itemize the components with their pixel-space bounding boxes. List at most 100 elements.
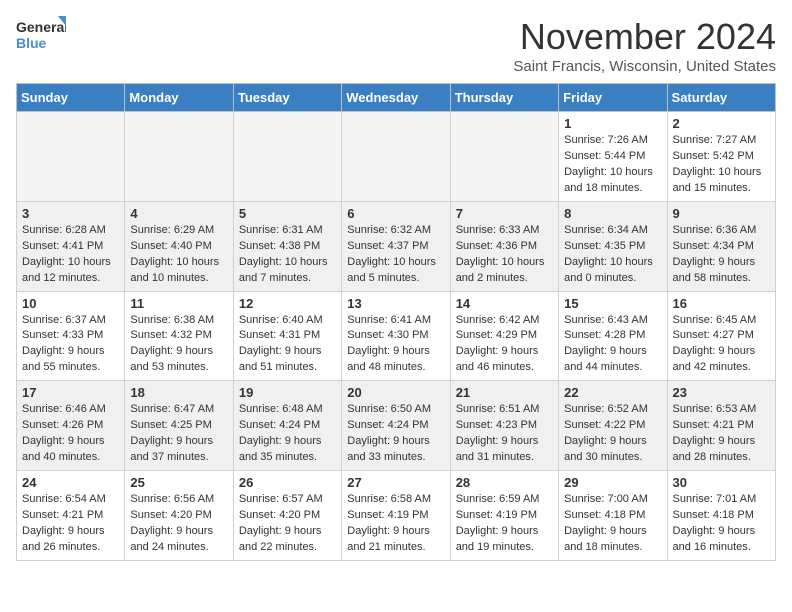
week-row-3: 10Sunrise: 6:37 AMSunset: 4:33 PMDayligh… xyxy=(17,291,776,381)
day-detail: Sunrise: 6:46 AMSunset: 4:26 PMDaylight:… xyxy=(22,402,119,466)
day-detail: Sunrise: 7:01 AMSunset: 4:18 PMDaylight:… xyxy=(673,492,770,556)
calendar-cell: 16 Sunrise: 6:45 AMSunset: 4:27 PMDayligh… xyxy=(667,291,775,381)
day-detail: Sunrise: 6:31 AMSunset: 4:38 PMDaylight:… xyxy=(239,223,336,287)
day-detail: Sunrise: 7:27 AMSunset: 5:42 PMDaylight:… xyxy=(673,133,770,197)
day-number: 20 xyxy=(347,385,444,400)
day-detail: Sunrise: 6:43 AMSunset: 4:28 PMDaylight:… xyxy=(564,313,661,377)
day-detail: Sunrise: 6:48 AMSunset: 4:24 PMDaylight:… xyxy=(239,402,336,466)
svg-text:General: General xyxy=(16,19,66,35)
calendar-cell: 5 Sunrise: 6:31 AMSunset: 4:38 PMDaylight… xyxy=(233,201,341,291)
day-detail: Sunrise: 6:54 AMSunset: 4:21 PMDaylight:… xyxy=(22,492,119,556)
calendar-cell xyxy=(17,112,125,202)
calendar-cell: 18Sunrise: 6:47 AMSunset: 4:25 PMDayligh… xyxy=(125,381,233,471)
weekday-header-tuesday: Tuesday xyxy=(233,84,341,112)
day-number: 29 xyxy=(564,475,661,490)
page-header: General Blue November 2024 Saint Francis… xyxy=(16,16,776,75)
month-title: November 2024 xyxy=(513,16,776,58)
day-number: 25 xyxy=(130,475,227,490)
day-detail: Sunrise: 6:59 AMSunset: 4:19 PMDaylight:… xyxy=(456,492,553,556)
calendar-cell xyxy=(450,112,558,202)
day-number: 16 xyxy=(673,296,770,311)
day-number: 15 xyxy=(564,296,661,311)
day-number: 4 xyxy=(130,206,227,221)
day-number: 7 xyxy=(456,206,553,221)
calendar-table: SundayMondayTuesdayWednesdayThursdayFrid… xyxy=(16,83,776,561)
day-detail: Sunrise: 7:26 AMSunset: 5:44 PMDaylight:… xyxy=(564,133,661,197)
calendar-cell xyxy=(125,112,233,202)
weekday-header-row: SundayMondayTuesdayWednesdayThursdayFrid… xyxy=(17,84,776,112)
day-detail: Sunrise: 6:41 AMSunset: 4:30 PMDaylight:… xyxy=(347,313,444,377)
weekday-header-saturday: Saturday xyxy=(667,84,775,112)
week-row-5: 24 Sunrise: 6:54 AMSunset: 4:21 PMDayligh… xyxy=(17,471,776,561)
day-number: 23 xyxy=(673,385,770,400)
calendar-cell: 3 Sunrise: 6:28 AMSunset: 4:41 PMDaylight… xyxy=(17,201,125,291)
day-detail: Sunrise: 6:52 AMSunset: 4:22 PMDaylight:… xyxy=(564,402,661,466)
day-detail: Sunrise: 6:56 AMSunset: 4:20 PMDaylight:… xyxy=(130,492,227,556)
calendar-cell: 11 Sunrise: 6:38 AMSunset: 4:32 PMDayligh… xyxy=(125,291,233,381)
day-detail: Sunrise: 6:36 AMSunset: 4:34 PMDaylight:… xyxy=(673,223,770,287)
day-detail: Sunrise: 6:40 AMSunset: 4:31 PMDaylight:… xyxy=(239,313,336,377)
calendar-cell: 20 Sunrise: 6:50 AMSunset: 4:24 PMDayligh… xyxy=(342,381,450,471)
calendar-cell: 6 Sunrise: 6:32 AMSunset: 4:37 PMDaylight… xyxy=(342,201,450,291)
day-number: 28 xyxy=(456,475,553,490)
weekday-header-wednesday: Wednesday xyxy=(342,84,450,112)
calendar-cell: 30 Sunrise: 7:01 AMSunset: 4:18 PMDayligh… xyxy=(667,471,775,561)
week-row-4: 17 Sunrise: 6:46 AMSunset: 4:26 PMDayligh… xyxy=(17,381,776,471)
day-number: 27 xyxy=(347,475,444,490)
day-number: 1 xyxy=(564,116,661,131)
day-number: 6 xyxy=(347,206,444,221)
day-detail: Sunrise: 6:45 AMSunset: 4:27 PMDaylight:… xyxy=(673,313,770,377)
day-detail: Sunrise: 6:57 AMSunset: 4:20 PMDaylight:… xyxy=(239,492,336,556)
day-number: 22 xyxy=(564,385,661,400)
day-number: 9 xyxy=(673,206,770,221)
day-detail: Sunrise: 6:32 AMSunset: 4:37 PMDaylight:… xyxy=(347,223,444,287)
calendar-cell: 23 Sunrise: 6:53 AMSunset: 4:21 PMDayligh… xyxy=(667,381,775,471)
day-number: 30 xyxy=(673,475,770,490)
day-detail: Sunrise: 6:53 AMSunset: 4:21 PMDaylight:… xyxy=(673,402,770,466)
calendar-cell: 7Sunrise: 6:33 AMSunset: 4:36 PMDaylight… xyxy=(450,201,558,291)
calendar-cell: 8Sunrise: 6:34 AMSunset: 4:35 PMDaylight… xyxy=(559,201,667,291)
calendar-cell: 13Sunrise: 6:41 AMSunset: 4:30 PMDayligh… xyxy=(342,291,450,381)
calendar-cell xyxy=(342,112,450,202)
calendar-cell: 28 Sunrise: 6:59 AMSunset: 4:19 PMDayligh… xyxy=(450,471,558,561)
calendar-cell: 24 Sunrise: 6:54 AMSunset: 4:21 PMDayligh… xyxy=(17,471,125,561)
day-number: 12 xyxy=(239,296,336,311)
calendar-cell: 15 Sunrise: 6:43 AMSunset: 4:28 PMDayligh… xyxy=(559,291,667,381)
day-number: 17 xyxy=(22,385,119,400)
day-detail: Sunrise: 6:38 AMSunset: 4:32 PMDaylight:… xyxy=(130,313,227,377)
day-number: 26 xyxy=(239,475,336,490)
calendar-cell: 17 Sunrise: 6:46 AMSunset: 4:26 PMDayligh… xyxy=(17,381,125,471)
day-number: 19 xyxy=(239,385,336,400)
calendar-cell: 27Sunrise: 6:58 AMSunset: 4:19 PMDayligh… xyxy=(342,471,450,561)
logo-icon: General Blue xyxy=(16,16,66,56)
day-number: 5 xyxy=(239,206,336,221)
calendar-cell: 2 Sunrise: 7:27 AMSunset: 5:42 PMDaylight… xyxy=(667,112,775,202)
calendar-cell: 1 Sunrise: 7:26 AMSunset: 5:44 PMDaylight… xyxy=(559,112,667,202)
weekday-header-thursday: Thursday xyxy=(450,84,558,112)
day-detail: Sunrise: 6:28 AMSunset: 4:41 PMDaylight:… xyxy=(22,223,119,287)
day-number: 24 xyxy=(22,475,119,490)
day-number: 14 xyxy=(456,296,553,311)
calendar-cell: 26 Sunrise: 6:57 AMSunset: 4:20 PMDayligh… xyxy=(233,471,341,561)
title-area: November 2024 Saint Francis, Wisconsin, … xyxy=(513,16,776,75)
day-detail: Sunrise: 7:00 AMSunset: 4:18 PMDaylight:… xyxy=(564,492,661,556)
day-detail: Sunrise: 6:47 AMSunset: 4:25 PMDaylight:… xyxy=(130,402,227,466)
calendar-cell: 21Sunrise: 6:51 AMSunset: 4:23 PMDayligh… xyxy=(450,381,558,471)
calendar-cell: 10Sunrise: 6:37 AMSunset: 4:33 PMDayligh… xyxy=(17,291,125,381)
calendar-cell xyxy=(233,112,341,202)
weekday-header-friday: Friday xyxy=(559,84,667,112)
day-detail: Sunrise: 6:50 AMSunset: 4:24 PMDaylight:… xyxy=(347,402,444,466)
calendar-cell: 14 Sunrise: 6:42 AMSunset: 4:29 PMDayligh… xyxy=(450,291,558,381)
week-row-2: 3 Sunrise: 6:28 AMSunset: 4:41 PMDaylight… xyxy=(17,201,776,291)
calendar-cell: 29 Sunrise: 7:00 AMSunset: 4:18 PMDayligh… xyxy=(559,471,667,561)
weekday-header-monday: Monday xyxy=(125,84,233,112)
day-number: 3 xyxy=(22,206,119,221)
day-detail: Sunrise: 6:42 AMSunset: 4:29 PMDaylight:… xyxy=(456,313,553,377)
day-number: 11 xyxy=(130,296,227,311)
calendar-cell: 22 Sunrise: 6:52 AMSunset: 4:22 PMDayligh… xyxy=(559,381,667,471)
day-number: 2 xyxy=(673,116,770,131)
day-detail: Sunrise: 6:29 AMSunset: 4:40 PMDaylight:… xyxy=(130,223,227,287)
day-number: 10 xyxy=(22,296,119,311)
calendar-cell: 9 Sunrise: 6:36 AMSunset: 4:34 PMDaylight… xyxy=(667,201,775,291)
day-detail: Sunrise: 6:34 AMSunset: 4:35 PMDaylight:… xyxy=(564,223,661,287)
